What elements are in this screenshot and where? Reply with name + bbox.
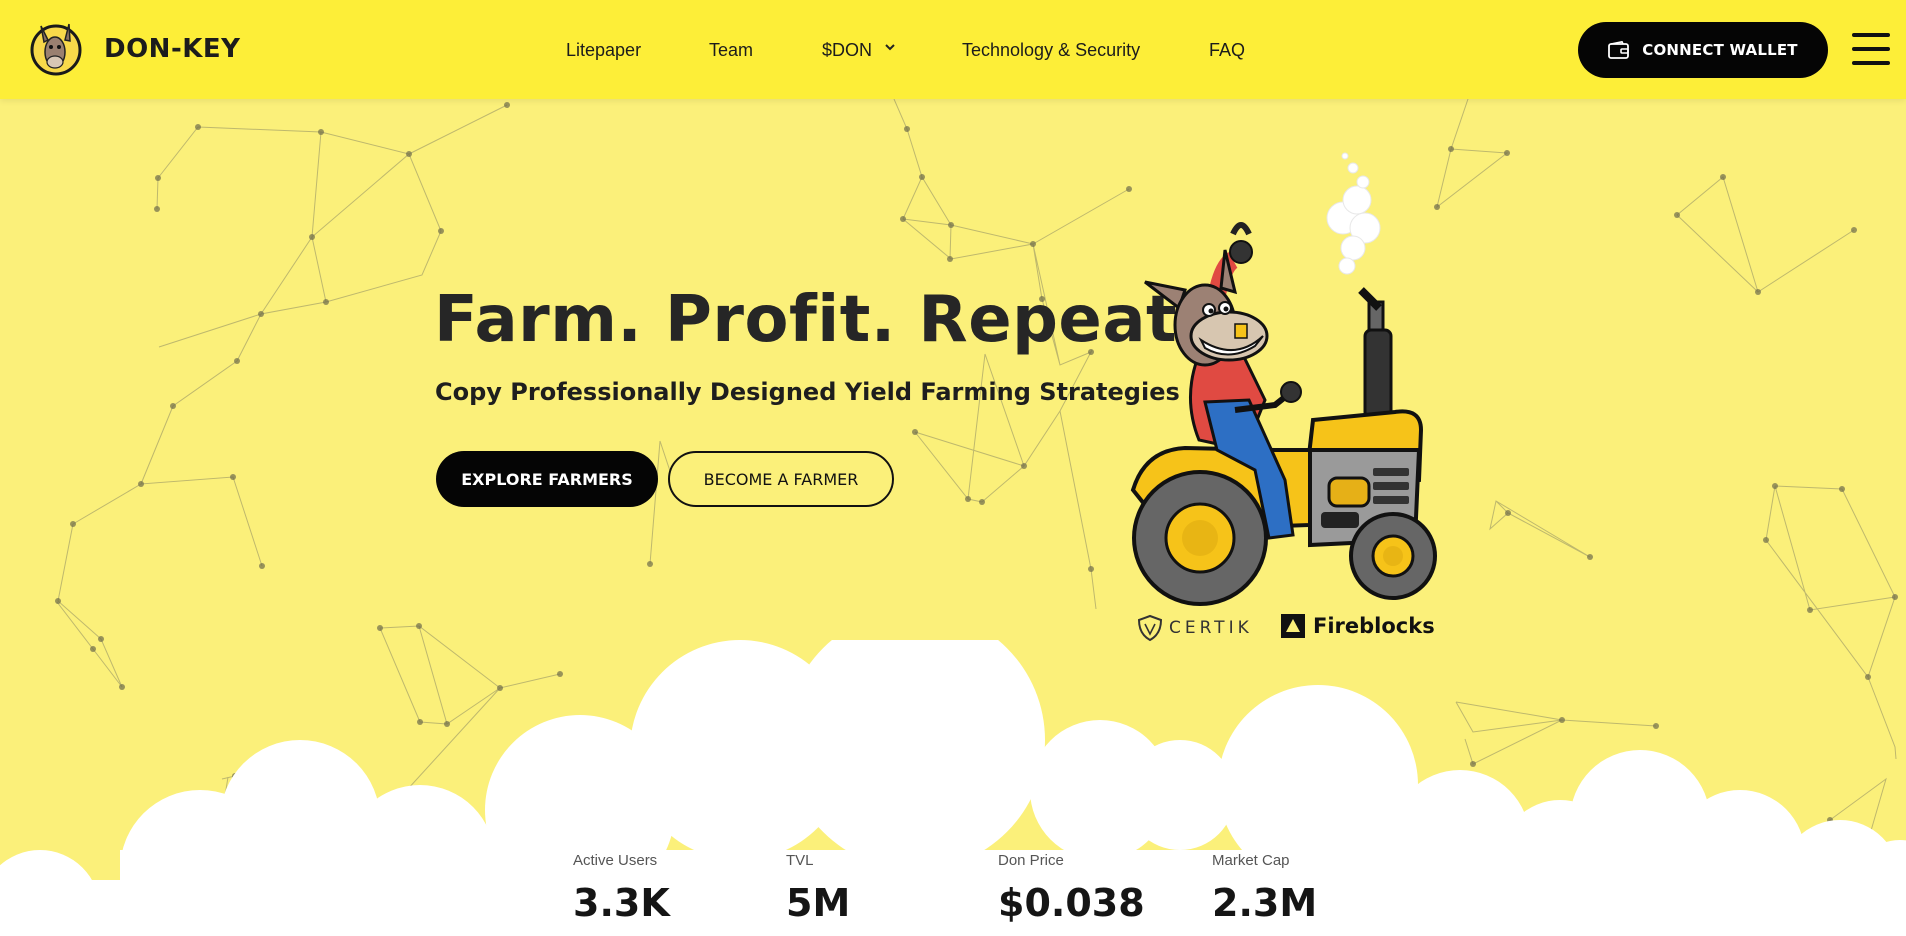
become-farmer-button[interactable]: BECOME A FARMER [668,451,894,507]
nav-technology-security[interactable]: Technology & Security [962,40,1140,61]
certik-shield-icon [1137,614,1163,642]
stat-active-users: Active Users 3.3K [573,852,670,925]
certik-label: CERTIK [1169,618,1253,638]
stat-tvl: TVL 5M [786,852,850,925]
donkey-tractor-illustration [1130,152,1437,606]
cloud-divider [0,640,1906,936]
stat-don-price: Don Price $0.038 [998,852,1145,925]
stat-value: 3.3K [573,881,670,925]
donkey-logo-icon[interactable] [29,20,83,76]
stat-value: $0.038 [998,881,1145,925]
stat-label: TVL [786,852,814,869]
partner-fireblocks[interactable]: Fireblocks [1281,614,1435,638]
stat-value: 5M [786,881,851,925]
site-header: DON-KEY Litepaper Team $DON Technology &… [0,0,1906,99]
hero-title: Farm. Profit. Repeat. [434,283,1202,357]
stat-label: Market Cap [1212,852,1290,869]
brand-name[interactable]: DON-KEY [104,34,240,64]
stat-value: 2.3M [1212,881,1318,925]
nav-faq[interactable]: FAQ [1209,40,1245,61]
partner-certik[interactable]: CERTIK [1137,614,1253,642]
connect-wallet-button[interactable]: CONNECT WALLET [1578,22,1828,78]
stat-label: Active Users [573,852,658,869]
fireblocks-triangle-icon [1281,614,1305,638]
stat-label: Don Price [998,852,1064,869]
hero-subtitle: Copy Professionally Designed Yield Farmi… [435,378,1180,406]
stat-market-cap: Market Cap 2.3M [1212,852,1317,925]
nav-team[interactable]: Team [709,40,753,61]
hamburger-menu-icon[interactable] [1852,33,1890,65]
explore-farmers-button[interactable]: EXPLORE FARMERS [436,451,658,507]
nav-litepaper[interactable]: Litepaper [566,40,641,61]
chevron-down-icon[interactable] [884,42,896,52]
fireblocks-label: Fireblocks [1313,614,1435,638]
wallet-icon [1608,41,1630,59]
nav-don-token[interactable]: $DON [822,40,872,61]
connect-wallet-label: CONNECT WALLET [1642,41,1798,59]
